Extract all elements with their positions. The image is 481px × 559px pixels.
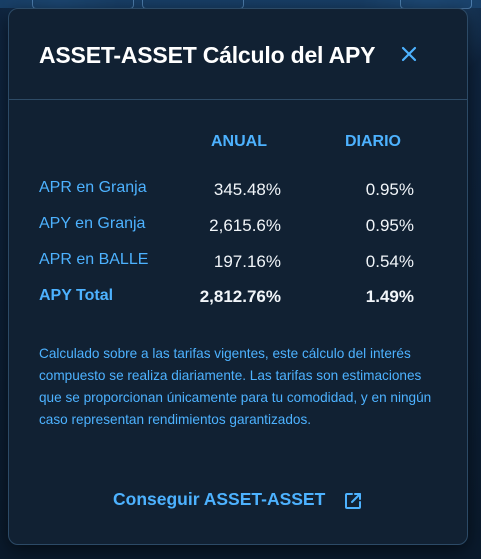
close-icon [401,46,417,62]
annual-value: 197.16% [213,252,281,271]
apy-calculator-modal: ASSET-ASSET Cálculo del APY ANUAL DIARIO… [8,8,468,545]
annual-value: 345.48% [213,180,281,199]
annual-value: 2,615.6% [209,216,281,235]
daily-value: 0.95% [365,216,414,235]
external-link-icon [345,493,361,509]
daily-value: 0.95% [365,180,414,199]
row-label: APY en Granja [39,215,146,232]
column-header-annual: ANUAL [211,133,267,150]
modal-title: ASSET-ASSET Cálculo del APY [39,42,376,68]
daily-value: 1.49% [365,287,414,306]
row-label: APR en BALLE [39,251,149,268]
daily-value: 0.54% [365,252,414,271]
row-label: APR en Granja [39,179,147,196]
external-link-button[interactable] [343,491,363,511]
disclaimer-text: Calculado sobre a las tarifas vigentes, … [39,346,432,427]
modal-header: ASSET-ASSET Cálculo del APY [9,9,467,100]
column-header-daily: DIARIO [345,133,401,150]
annual-value: 2,812.76% [199,287,281,306]
get-lp-link[interactable]: Conseguir ASSET-ASSET [113,489,325,510]
close-button[interactable] [397,42,421,66]
row-label: APY Total [39,287,114,304]
